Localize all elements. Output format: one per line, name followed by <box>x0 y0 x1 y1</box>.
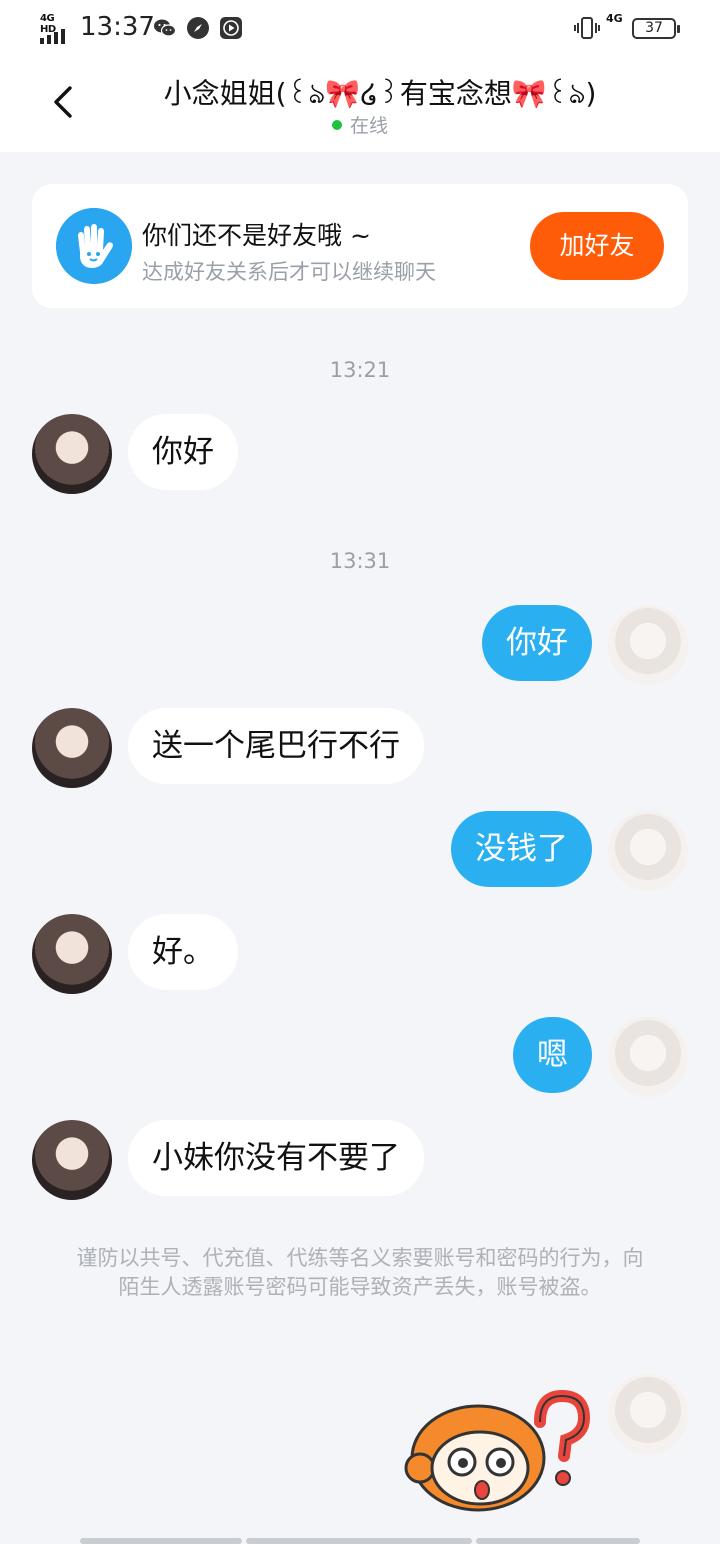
online-status: 在线 <box>0 111 720 138</box>
my-avatar[interactable] <box>608 811 688 891</box>
timestamp: 13:21 <box>329 358 391 382</box>
play-icon <box>220 17 242 39</box>
incoming-message[interactable]: 送一个尾巴行不行 <box>128 708 424 784</box>
my-avatar[interactable] <box>608 1017 688 1097</box>
vibrate-icon <box>574 17 600 39</box>
timestamp: 13:31 <box>329 549 391 573</box>
compass-icon <box>187 17 209 39</box>
battery-indicator: 37 <box>632 18 680 39</box>
contact-avatar[interactable] <box>32 914 112 994</box>
wechat-icon <box>154 19 177 37</box>
contact-avatar[interactable] <box>32 414 112 494</box>
outgoing-message[interactable]: 嗯 <box>513 1017 592 1093</box>
security-notice: 谨防以共号、代充值、代练等名义索要账号和密码的行为，向陌生人透露账号密码可能导致… <box>76 1246 644 1299</box>
network-type: 4G <box>606 12 623 25</box>
bottom-toolbar-edge <box>80 1538 640 1544</box>
outgoing-message[interactable]: 你好 <box>482 605 592 681</box>
banner-title: 你们还不是好友哦 ~ <box>142 221 371 250</box>
incoming-message[interactable]: 小妹你没有不要了 <box>128 1120 424 1196</box>
incoming-message[interactable]: 你好 <box>128 414 238 490</box>
wave-hand-icon <box>56 208 132 284</box>
my-avatar[interactable] <box>608 605 688 685</box>
banner-subtitle: 达成好友关系后才可以继续聊天 <box>142 260 436 284</box>
incoming-message[interactable]: 好。 <box>128 914 238 990</box>
contact-avatar[interactable] <box>32 1120 112 1200</box>
my-avatar[interactable] <box>608 1374 688 1454</box>
signal-icon: 4G HD <box>40 13 72 44</box>
online-dot-icon <box>331 120 342 130</box>
status-bar: 4G HD 13:37 4G 37 <box>0 0 720 58</box>
add-friend-banner: 你们还不是好友哦 ~ 达成好友关系后才可以继续聊天 加好友 <box>32 184 688 308</box>
status-time: 13:37 <box>80 12 155 42</box>
outgoing-message[interactable]: 没钱了 <box>451 811 592 887</box>
question-sticker[interactable] <box>400 1382 590 1512</box>
online-label: 在线 <box>349 115 388 137</box>
contact-avatar[interactable] <box>32 708 112 788</box>
chat-header: 小念姐姐(꒰ঌ🎀໒꒱有宝念想🎀꒰ঌ) 在线 <box>0 58 720 152</box>
add-friend-button[interactable]: 加好友 <box>530 212 664 280</box>
